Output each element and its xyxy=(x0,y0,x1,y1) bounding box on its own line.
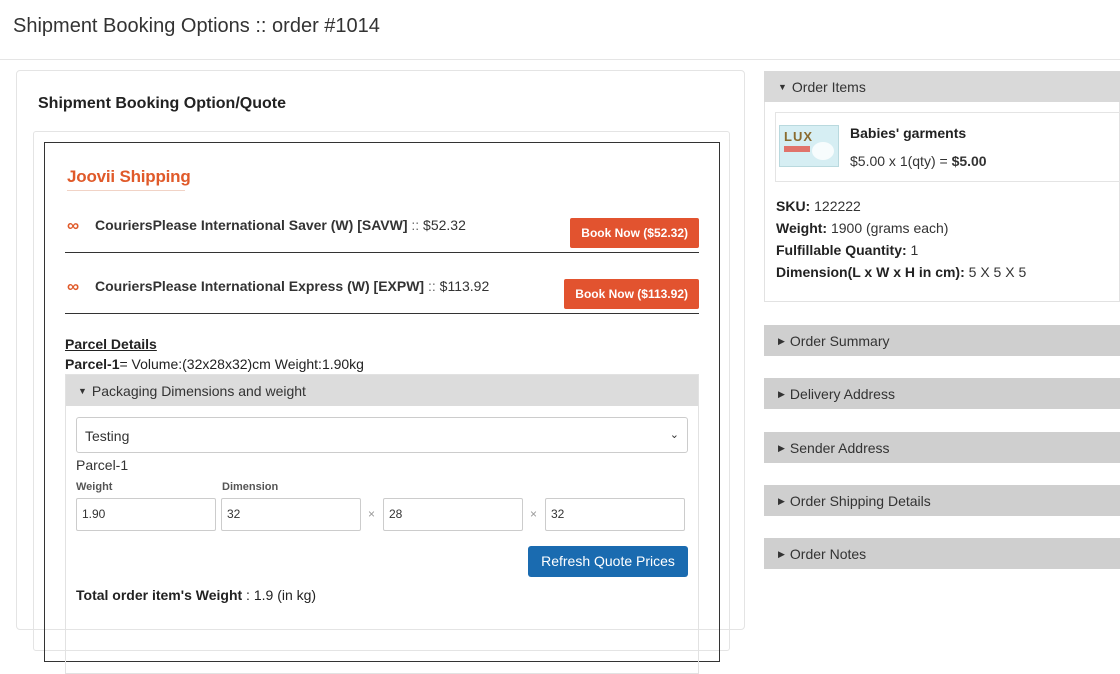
packaging-section: ▼ Packaging Dimensions and weight Testing… xyxy=(65,374,699,674)
order-items-header[interactable]: ▼ Order Items xyxy=(764,71,1120,102)
service-name: CouriersPlease International Express (W)… xyxy=(95,278,490,294)
refresh-quote-button[interactable]: Refresh Quote Prices xyxy=(528,546,688,577)
item-dimension: Dimension(L x W x H in cm): 5 X 5 X 5 xyxy=(776,264,1027,280)
service-row-saver: ∞ CouriersPlease International Saver (W)… xyxy=(65,203,699,253)
order-items-accordion: ▼ Order Items xyxy=(764,71,1120,102)
caret-right-icon: ▶ xyxy=(778,496,785,506)
item-fulfillable-qty: Fulfillable Quantity: 1 xyxy=(776,242,919,258)
book-now-express-button[interactable]: Book Now ($113.92) xyxy=(564,279,699,309)
total-weight: Total order item's Weight : 1.9 (in kg) xyxy=(76,587,317,603)
order-notes-accordion[interactable]: ▶ Order Notes xyxy=(764,538,1120,569)
infinity-icon: ∞ xyxy=(67,216,80,235)
times-icon: × xyxy=(368,507,376,521)
carrier-box: Joovii Shipping ∞ CouriersPlease Interna… xyxy=(44,142,720,674)
caret-down-icon: ▼ xyxy=(778,82,787,92)
service-name: CouriersPlease International Saver (W) [… xyxy=(95,217,466,233)
order-summary-accordion[interactable]: ▶ Order Summary xyxy=(764,325,1120,356)
quote-panel: Joovii Shipping ∞ CouriersPlease Interna… xyxy=(33,131,730,674)
caret-right-icon: ▶ xyxy=(778,443,785,453)
dimension-label: Dimension xyxy=(222,481,279,493)
infinity-icon: ∞ xyxy=(67,277,80,296)
caret-right-icon: ▶ xyxy=(778,336,785,346)
book-now-saver-button[interactable]: Book Now ($52.32) xyxy=(570,218,699,248)
carrier-logo-underline xyxy=(67,190,185,191)
order-shipping-details-accordion[interactable]: ▶ Order Shipping Details xyxy=(764,485,1120,516)
service-row-express: ∞ CouriersPlease International Express (… xyxy=(65,264,699,314)
packaging-select[interactable]: Testing ⌄ xyxy=(76,417,688,453)
weight-label: Weight xyxy=(76,481,113,493)
service-price: $113.92 xyxy=(439,278,490,294)
caret-right-icon: ▶ xyxy=(778,549,785,559)
booking-options-card: Shipment Booking Option/Quote Joovii Shi… xyxy=(16,70,745,674)
parcel-details-title: Parcel Details xyxy=(65,336,157,352)
item-price: $5.00 x 1(qty) = $5.00 xyxy=(850,153,987,169)
length-input[interactable]: 32 xyxy=(221,498,361,531)
weight-input[interactable]: 1.90 xyxy=(76,498,216,531)
sender-address-accordion[interactable]: ▶ Sender Address xyxy=(764,432,1120,463)
product-image: LUX xyxy=(779,125,839,167)
carrier-logo: Joovii Shipping xyxy=(67,167,191,186)
caret-down-icon: ▼ xyxy=(78,386,87,396)
item-weight: Weight: 1900 (grams each) xyxy=(776,220,949,236)
parcel-summary: Parcel-1= Volume:(32x28x32)cm Weight:1.9… xyxy=(65,356,364,372)
caret-right-icon: ▶ xyxy=(778,389,785,399)
delivery-address-accordion[interactable]: ▶ Delivery Address xyxy=(764,378,1120,409)
order-item-card: LUX Babies' garments $5.00 x 1(qty) = $5… xyxy=(775,112,1120,182)
parcel-label: Parcel-1 xyxy=(76,457,129,473)
times-icon: × xyxy=(530,507,538,521)
item-name: Babies' garments xyxy=(850,125,967,141)
card-title: Shipment Booking Option/Quote xyxy=(38,95,286,112)
chevron-down-icon: ⌄ xyxy=(669,429,679,441)
width-input[interactable]: 28 xyxy=(383,498,523,531)
order-items-body: LUX Babies' garments $5.00 x 1(qty) = $5… xyxy=(764,102,1120,302)
item-sku: SKU: 122222 xyxy=(776,198,861,214)
page-header: Shipment Booking Options :: order #1014 xyxy=(0,0,1120,60)
height-input[interactable]: 32 xyxy=(545,498,685,531)
page-title: Shipment Booking Options :: order #1014 xyxy=(13,15,380,37)
service-price: $52.32 xyxy=(423,217,466,233)
packaging-header[interactable]: ▼ Packaging Dimensions and weight xyxy=(66,375,698,406)
